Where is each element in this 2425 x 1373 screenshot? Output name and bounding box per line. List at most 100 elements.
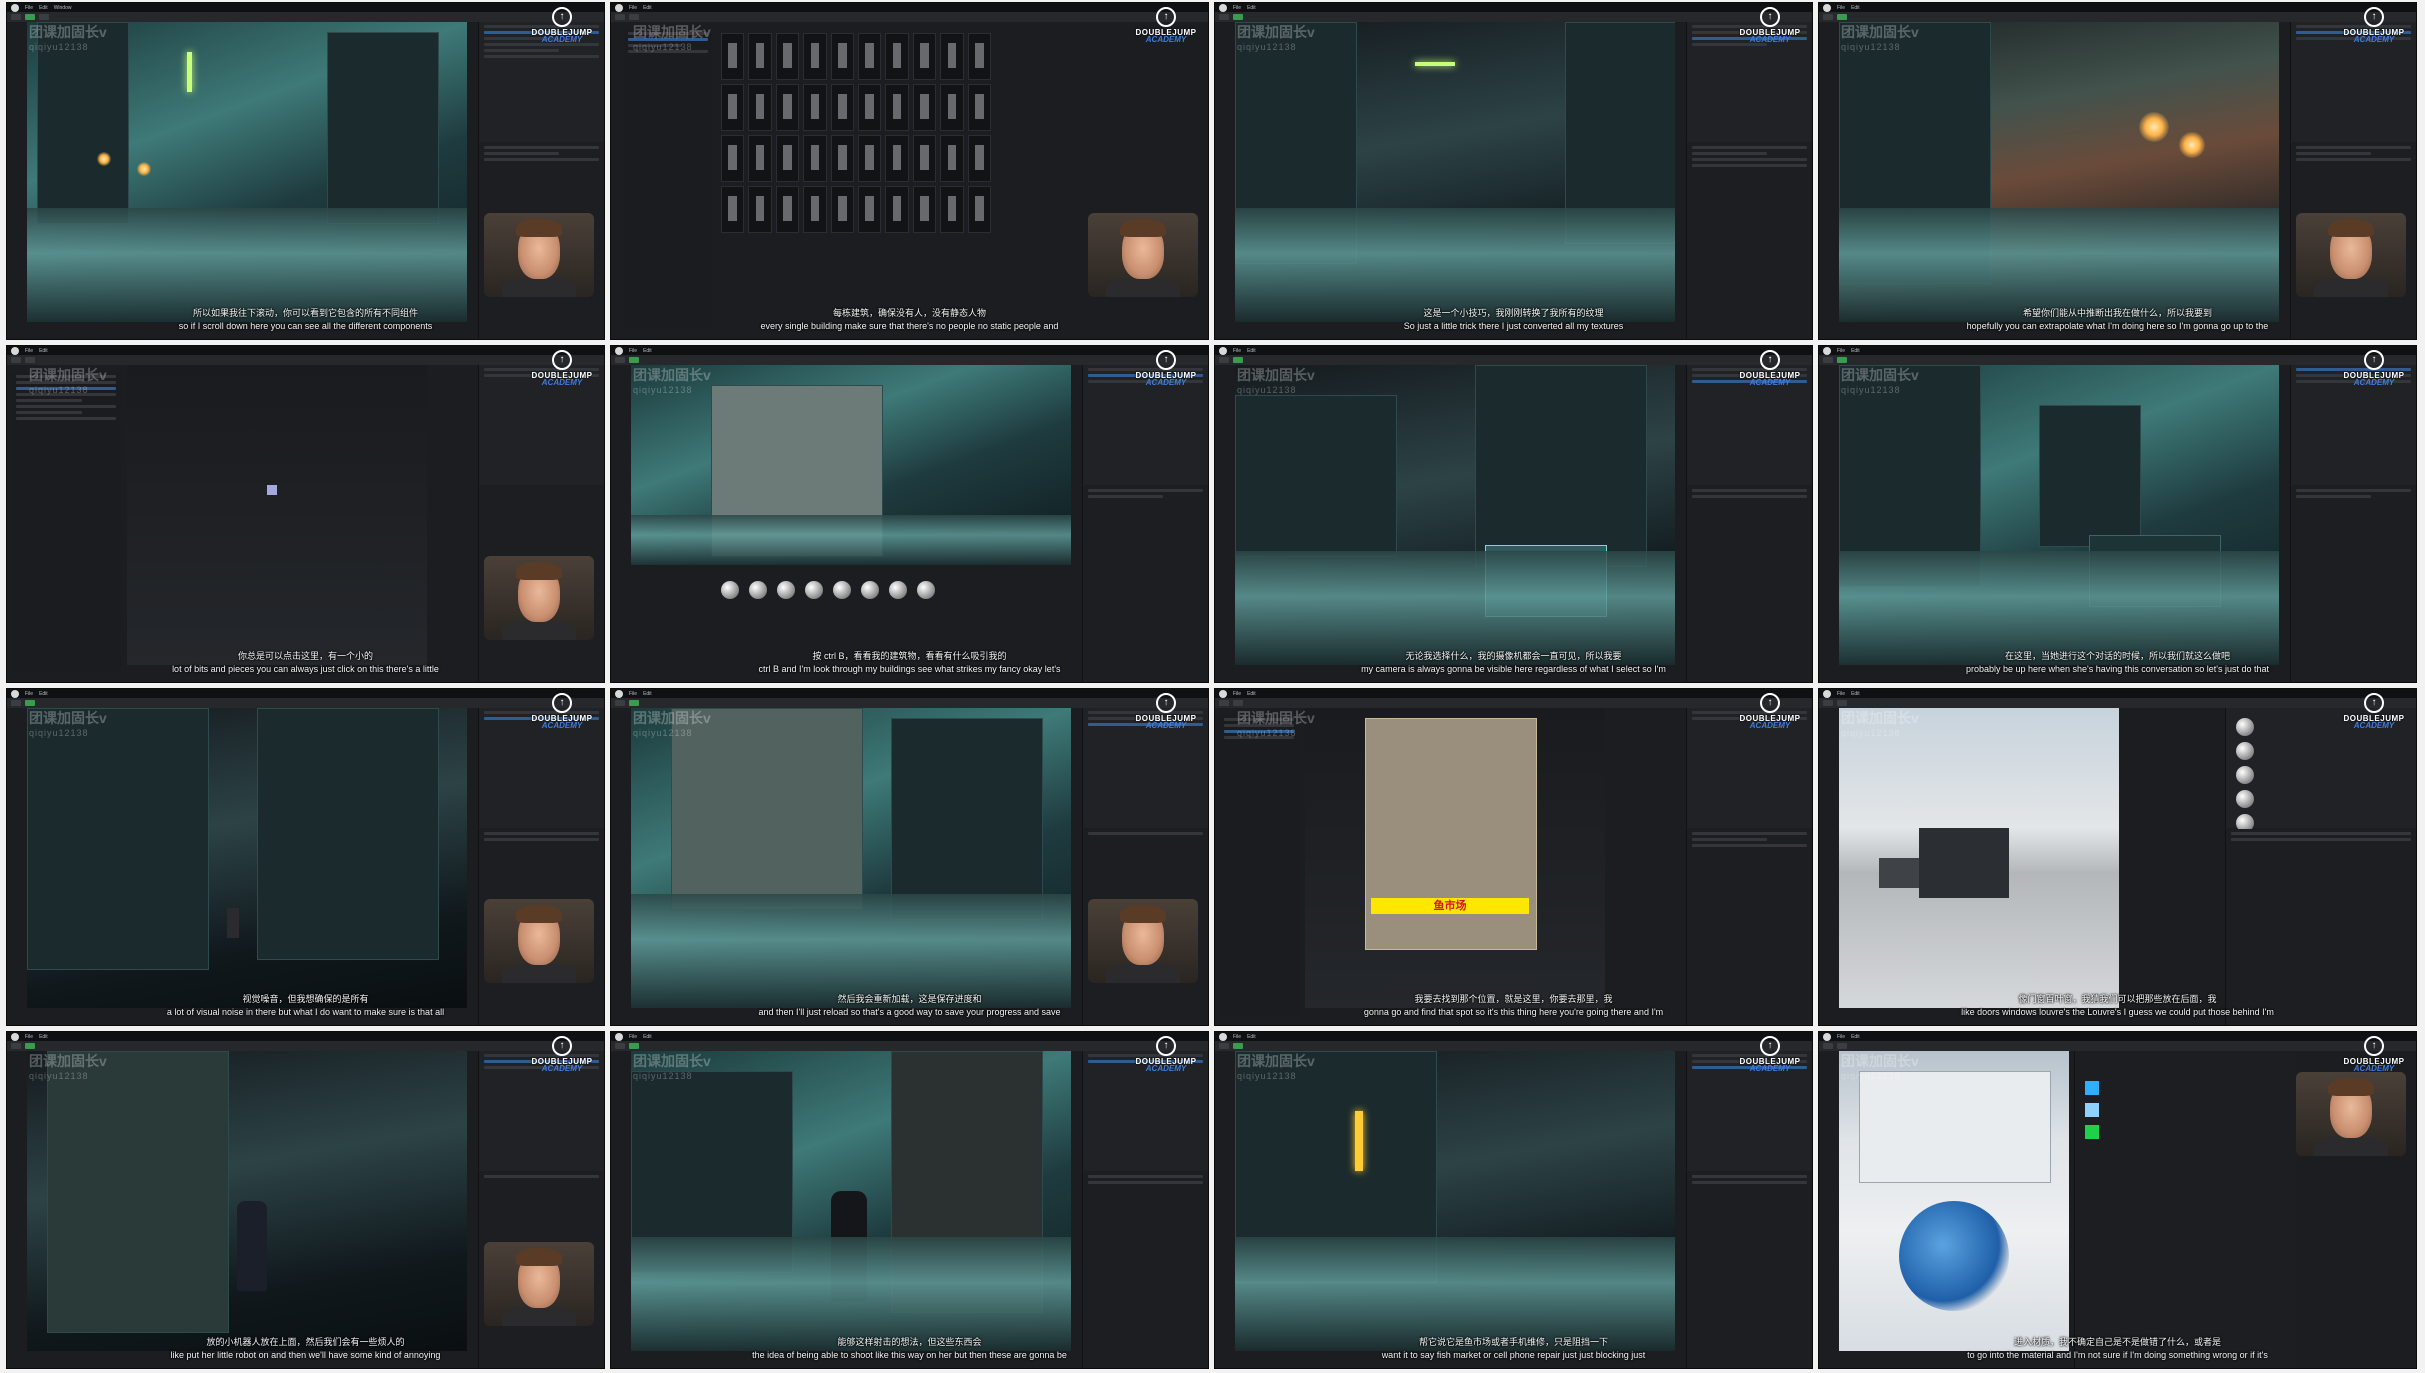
toolbar [611,1041,1208,1051]
thumbnail-8[interactable]: File Edit 团课加固长v qiqiyu12138 ↑ DOUBLEJUMP AC… [1818,345,2417,683]
doublejump-icon: ↑ [1156,693,1176,713]
viewport[interactable] [1235,22,1675,322]
subtitle-english: a lot of visual noise in there but what … [166,1007,445,1017]
menu-edit[interactable]: Edit [39,5,48,11]
watermark: 团课加固长v qiqiyu12138 [1237,367,1315,396]
viewport[interactable] [1235,365,1675,665]
material-thumbnails[interactable] [721,581,935,599]
subtitle-english: my camera is always gonna be visible her… [1361,664,1666,674]
lamp-light [97,152,111,166]
viewport[interactable] [1839,22,2279,322]
play-icon[interactable] [25,14,35,20]
subtitle-english: So just a little trick there I just conv… [1403,321,1624,331]
toolbar [1215,1041,1812,1051]
watermark: 团课加固长v qiqiyu12138 [29,367,107,396]
thumbnail-7[interactable]: File Edit 团课加固长v qiqiyu12138 ↑ DOUBLEJUMP AC… [1214,345,1813,683]
thumbnail-16[interactable]: File Edit 团课加固长v qiqiyu12138 ↑ DOUBLEJUMP AC… [1818,1031,2417,1369]
subtitle-chinese: 每栋建筑，确保没有人，没有静态人物 [832,308,986,318]
thumbnail-10[interactable]: File Edit 团课加固长v qiqiyu12138 ↑ DOUBLEJUMP AC… [610,688,1209,1026]
subtitle-chinese: 帮它说它是鱼市场或者手机维修，只是阻挡一下 [1418,1337,1608,1347]
building [327,32,439,224]
material-preview-viewport[interactable] [1839,1051,2069,1351]
menu-bar: File Edit [7,689,604,698]
subtitle-chinese: 在这里，当她进行这个对话的时候，所以我们就这么做吧 [2004,651,2230,661]
viewport[interactable] [1839,365,2279,665]
viewport[interactable] [27,1051,467,1351]
viewport[interactable] [631,708,1071,1008]
subtitle-english: every single building make sure that the… [760,321,1059,331]
unreal-logo-icon [1219,346,1227,355]
content-browser-tree[interactable] [623,29,713,329]
subtitle-english: ctrl B and I'm look through my buildings… [758,664,1061,674]
thumbnail-6[interactable]: File Edit 团课加固长v qiqiyu12138 ↑ DOUBLEJUMP AC… [610,345,1209,683]
viewport[interactable] [27,708,467,1008]
thumbnail-3[interactable]: File Edit 团课加固长v qiqiyu12138 ↑ DOUBLEJUMP AC… [1214,2,1813,340]
subtitle-chinese: 无论我选择什么，我的摄像机都会一直可见，所以我要 [1405,651,1622,661]
unreal-logo-icon [11,689,19,698]
menu-file[interactable]: File [629,5,637,11]
material-details-panel[interactable] [2074,1051,2295,1368]
neon-sign [187,52,192,92]
menu-edit[interactable]: Edit [643,5,652,11]
viewport[interactable] [27,22,467,322]
unreal-logo-icon [615,3,623,12]
webcam-overlay [1088,213,1198,297]
menu-bar: File Edit [611,346,1208,355]
thumbnail-12[interactable]: File Edit 团课加固长v qiqiyu12138 ↑ DOUBLEJUMP AC… [1818,688,2417,1026]
thumbnail-15[interactable]: File Edit 团课加固长v qiqiyu12138 ↑ DOUBLEJUMP AC… [1214,1031,1813,1369]
webcam-overlay [484,899,594,983]
watermark: 团课加固长v qiqiyu12138 [633,24,711,53]
menu-bar: File Edit [611,3,1208,12]
doublejump-logo: ↑ DOUBLEJUMP ACADEMY [526,693,598,730]
mesh-editor-viewport[interactable]: 鱼市场 [1305,708,1605,1008]
menu-bar: File Edit [1215,346,1812,355]
thumbnail-14[interactable]: File Edit 团课加固长v qiqiyu12138 ↑ DOUBLEJUMP AC… [610,1031,1209,1369]
thumbnail-13[interactable]: File Edit 团课加固长v qiqiyu12138 ↑ DOUBLEJUMP AC… [6,1031,605,1369]
doublejump-logo: ↑ DOUBLEJUMP ACADEMY [1130,7,1202,44]
contact-sheet: File Edit Window 团课加固长v qiqiyu12138 ↑ DOUBLE… [6,2,2418,1369]
viewport[interactable] [1839,708,2119,1008]
thumbnail-4[interactable]: File Edit 团课加固长v qiqiyu12138 ↑ DOUBLEJUMP AC… [1818,2,2417,340]
toolbar [1819,12,2416,22]
thumbnail-2[interactable]: File Edit 团课加固长v qiqiyu12138 ↑ DOUBLEJUMP AC… [610,2,1209,340]
settings-icon[interactable] [39,14,49,20]
doublejump-logo: ↑ DOUBLEJUMP ACADEMY [1734,350,1806,387]
doublejump-logo: ↑ DOUBLEJUMP ACADEMY [526,1036,598,1073]
thumbnail-5[interactable]: File Edit 团课加固长v qiqiyu12138 ↑ DOUBLEJUMP AC… [6,345,605,683]
subtitle-english: gonna go and find that spot so it's this… [1363,1007,1664,1017]
save-icon[interactable] [11,14,21,20]
viewport[interactable] [1235,1051,1675,1351]
doublejump-logo: ↑ DOUBLEJUMP ACADEMY [2338,350,2410,387]
unreal-logo-icon [615,689,623,698]
viewport[interactable] [631,1051,1071,1351]
asset-tree[interactable] [1219,715,1299,1015]
menu-file[interactable]: File [25,5,33,11]
unreal-logo-icon [615,1032,623,1041]
subtitle-english: lot of bits and pieces you can always ju… [172,664,439,674]
doublejump-icon: ↑ [1156,1036,1176,1056]
watermark: 团课加固长v qiqiyu12138 [1841,367,1919,396]
content-browser-grid[interactable] [721,33,991,233]
outliner-tree[interactable] [11,372,121,672]
subtitle-english: to go into the material and I'm not sure… [1967,1350,2268,1360]
watermark: 团课加固长v qiqiyu12138 [633,367,711,396]
subtitle-chinese: 像门窗百叶窗，我猜我们可以把那些放在后面，我 [2018,994,2217,1004]
menu-bar: File Edit [1819,3,2416,12]
menu-window[interactable]: Window [54,5,72,11]
empty-viewport[interactable] [127,365,427,665]
subtitle-english: want it to say fish market or cell phone… [1381,1350,1646,1360]
subtitle-english: hopefully you can extrapolate what I'm d… [1966,321,2269,331]
toolbar [1819,698,2416,708]
thumbnail-9[interactable]: File Edit 团课加固长v qiqiyu12138 ↑ DOUBLEJUMP AC… [6,688,605,1026]
character [237,1201,267,1291]
menu-bar: File Edit [1819,689,2416,698]
thumbnail-1[interactable]: File Edit Window 团课加固长v qiqiyu12138 ↑ DOUBLE… [6,2,605,340]
toolbar [7,1041,604,1051]
toolbar [1819,355,2416,365]
toolbar [7,355,604,365]
toolbar [7,698,604,708]
doublejump-icon: ↑ [2364,350,2384,370]
toolbar [1215,12,1812,22]
thumbnail-11[interactable]: File Edit 鱼市场 团课加固长v qiqiyu12138 ↑ DOUBLEJU… [1214,688,1813,1026]
doublejump-logo: ↑ DOUBLEJUMP ACADEMY [1734,1036,1806,1073]
